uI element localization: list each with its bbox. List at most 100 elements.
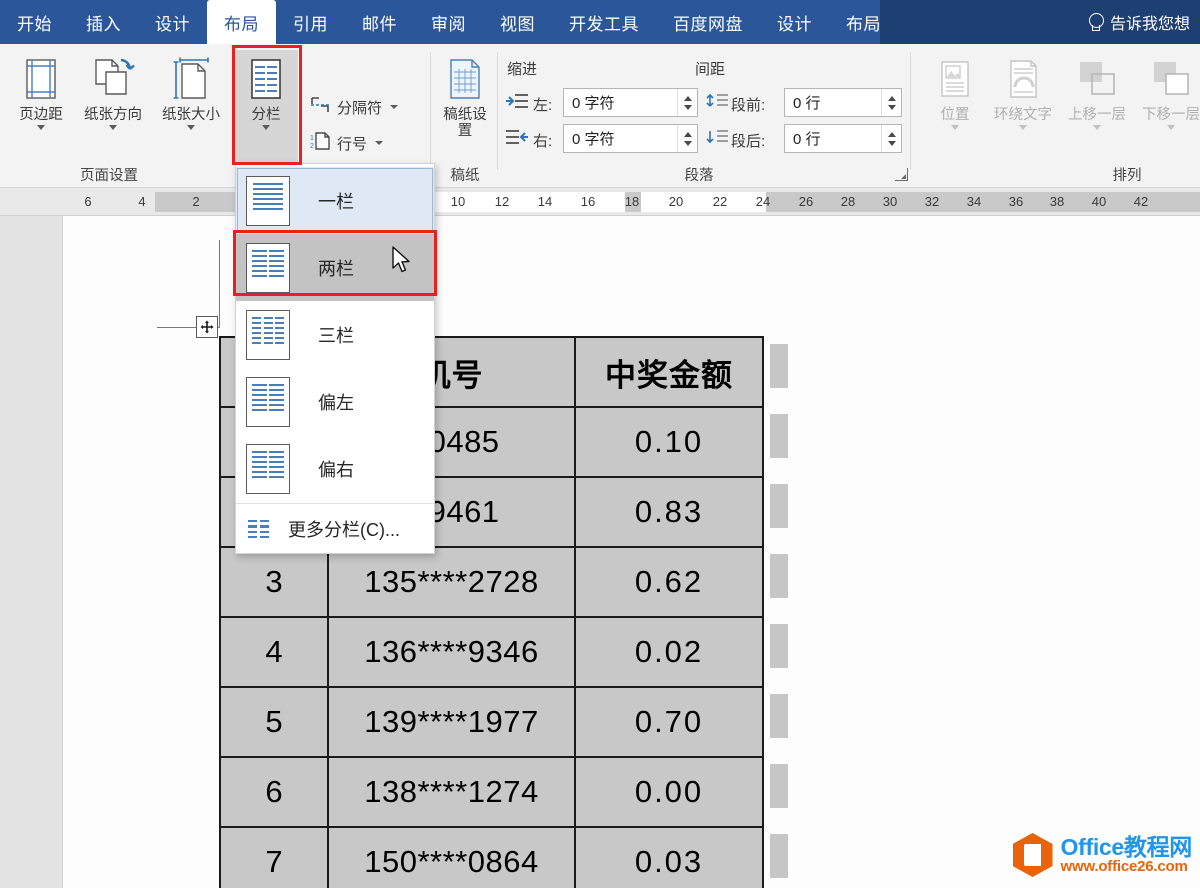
ruler-tick-30: 30 xyxy=(883,194,897,209)
table-cell-r1-c2[interactable]: 0.83 xyxy=(575,477,763,547)
manuscript-setup-label: 稿纸设置 xyxy=(440,107,490,139)
contextual-tab-0[interactable]: 设计 xyxy=(760,0,829,44)
row-marker-2[interactable] xyxy=(770,484,788,528)
table-cell-r5-c2[interactable]: 0.00 xyxy=(575,757,763,827)
tab-0[interactable]: 开始 xyxy=(0,0,69,44)
paper-size-button[interactable]: 纸张大小 xyxy=(154,50,228,162)
tab-9[interactable]: 百度网盘 xyxy=(656,0,760,44)
send-backward-button[interactable]: 下移一层 xyxy=(1134,50,1200,162)
indent-left-stepper[interactable]: 0 字符 xyxy=(563,88,698,117)
row-marker-5[interactable] xyxy=(770,694,788,738)
table-cell-r4-c2[interactable]: 0.70 xyxy=(575,687,763,757)
stepper-arrows[interactable] xyxy=(881,125,901,152)
table-row[interactable]: 4136****93460.02 xyxy=(220,617,763,687)
stepper-arrows[interactable] xyxy=(881,89,901,116)
table-cell-r4-c1[interactable]: 139****1977 xyxy=(328,687,575,757)
table-cell-r0-c2[interactable]: 0.10 xyxy=(575,407,763,477)
space-before-value: 0 行 xyxy=(785,92,881,113)
contextual-tab-1[interactable]: 布局 xyxy=(829,0,898,44)
table-cell-r2-c2[interactable]: 0.62 xyxy=(575,547,763,617)
indent-right-stepper[interactable]: 0 字符 xyxy=(563,124,698,153)
table-cell-r2-c1[interactable]: 135****2728 xyxy=(328,547,575,617)
table-cell-r3-c1[interactable]: 136****9346 xyxy=(328,617,575,687)
more-columns-item[interactable]: 更多分栏(C)... xyxy=(236,505,434,553)
chevron-down-icon xyxy=(187,125,195,130)
tab-5[interactable]: 邮件 xyxy=(345,0,414,44)
position-button[interactable]: 位置 xyxy=(918,50,992,162)
breaks-icon xyxy=(309,95,331,120)
menu-item-3[interactable]: 偏左 xyxy=(236,368,434,435)
table-row[interactable]: 5139****19770.70 xyxy=(220,687,763,757)
space-before-stepper[interactable]: 0 行 xyxy=(784,88,902,117)
row-marker-6[interactable] xyxy=(770,764,788,808)
ribbon-tabs: 开始插入设计布局引用邮件审阅视图开发工具百度网盘设计布局 xyxy=(0,0,898,44)
wrap-text-icon xyxy=(1000,56,1046,102)
stepper-arrows[interactable] xyxy=(677,89,697,116)
bring-forward-button[interactable]: 上移一层 xyxy=(1060,50,1134,162)
ruler-tick-22: 22 xyxy=(713,194,727,209)
ruler-tick-40: 40 xyxy=(1092,194,1106,209)
table-cell-r2-c0[interactable]: 3 xyxy=(220,547,328,617)
indent-right-icon xyxy=(505,128,529,151)
row-marker-3[interactable] xyxy=(770,554,788,598)
table-cell-r3-c0[interactable]: 4 xyxy=(220,617,328,687)
ruler-tick-34: 34 xyxy=(967,194,981,209)
row-marker-4[interactable] xyxy=(770,624,788,668)
chevron-down-icon xyxy=(375,141,383,145)
line-numbers-label: 行号 xyxy=(337,133,367,154)
stepper-arrows[interactable] xyxy=(677,125,697,152)
tab-6[interactable]: 审阅 xyxy=(414,0,483,44)
horizontal-ruler[interactable]: 6421012141618202224262830323436384042 xyxy=(0,188,1200,216)
manuscript-setup-button[interactable]: 稿纸设置 xyxy=(430,50,500,162)
menu-item-0[interactable]: 一栏 xyxy=(236,167,434,234)
tab-8[interactable]: 开发工具 xyxy=(552,0,656,44)
office-logo-icon xyxy=(1013,833,1053,877)
tab-4[interactable]: 引用 xyxy=(276,0,345,44)
table-move-handle[interactable] xyxy=(196,316,218,338)
columns-dropdown-menu[interactable]: 一栏两栏三栏偏左偏右更多分栏(C)... xyxy=(235,163,435,554)
tab-1[interactable]: 插入 xyxy=(69,0,138,44)
breaks-button[interactable]: 分隔符 xyxy=(306,92,404,122)
menu-item-2[interactable]: 三栏 xyxy=(236,301,434,368)
svg-text:1: 1 xyxy=(310,135,314,142)
paper-size-label: 纸张大小 xyxy=(162,107,220,123)
tab-3[interactable]: 布局 xyxy=(207,0,276,44)
table-row[interactable]: 6138****12740.00 xyxy=(220,757,763,827)
orientation-button[interactable]: 纸张方向 xyxy=(76,50,150,162)
table-cell-r4-c0[interactable]: 5 xyxy=(220,687,328,757)
paragraph-dialog-launcher[interactable] xyxy=(895,168,908,181)
row-marker-7[interactable] xyxy=(770,834,788,878)
bring-forward-icon xyxy=(1074,56,1120,102)
chevron-down-icon xyxy=(262,125,270,130)
ruler-tick-20: 20 xyxy=(669,194,683,209)
document-canvas: 机号中奖金额**04850.10**94610.833135****27280.… xyxy=(0,216,1200,888)
group-label-arrange: 排列 xyxy=(1062,164,1192,185)
wrap-text-button[interactable]: 环绕文字 xyxy=(986,50,1060,162)
indent-right-label: 右: xyxy=(533,130,552,151)
table-cell-r5-c1[interactable]: 138****1274 xyxy=(328,757,575,827)
document-page[interactable]: 机号中奖金额**04850.10**94610.833135****27280.… xyxy=(62,216,1200,888)
columns-icon xyxy=(243,56,289,102)
space-after-stepper[interactable]: 0 行 xyxy=(784,124,902,153)
menu-item-4[interactable]: 偏右 xyxy=(236,435,434,502)
table-row[interactable]: 3135****27280.62 xyxy=(220,547,763,617)
watermark-text: Office教程网 www.office26.com xyxy=(1061,835,1192,875)
menu-item-label: 三栏 xyxy=(318,322,354,348)
row-marker-1[interactable] xyxy=(770,414,788,458)
menu-item-label: 偏左 xyxy=(318,389,354,415)
table-cell-r6-c2[interactable]: 0.03 xyxy=(575,827,763,888)
tab-7[interactable]: 视图 xyxy=(483,0,552,44)
columns-button[interactable]: 分栏 xyxy=(234,50,298,162)
tab-2[interactable]: 设计 xyxy=(138,0,207,44)
table-cell-r6-c0[interactable]: 7 xyxy=(220,827,328,888)
table-cell-r3-c2[interactable]: 0.02 xyxy=(575,617,763,687)
margins-button[interactable]: 页边距 xyxy=(4,50,78,162)
table-row[interactable]: 7150****08640.03 xyxy=(220,827,763,888)
table-cell-r5-c0[interactable]: 6 xyxy=(220,757,328,827)
ruler-tick-12: 12 xyxy=(495,194,509,209)
row-marker-0[interactable] xyxy=(770,344,788,388)
table-cell-r6-c1[interactable]: 150****0864 xyxy=(328,827,575,888)
line-numbers-button[interactable]: 1 2 行号 xyxy=(306,128,389,158)
table-header-cell-2[interactable]: 中奖金额 xyxy=(575,337,763,407)
tell-me-search[interactable]: 告诉我您想 xyxy=(1074,0,1200,44)
